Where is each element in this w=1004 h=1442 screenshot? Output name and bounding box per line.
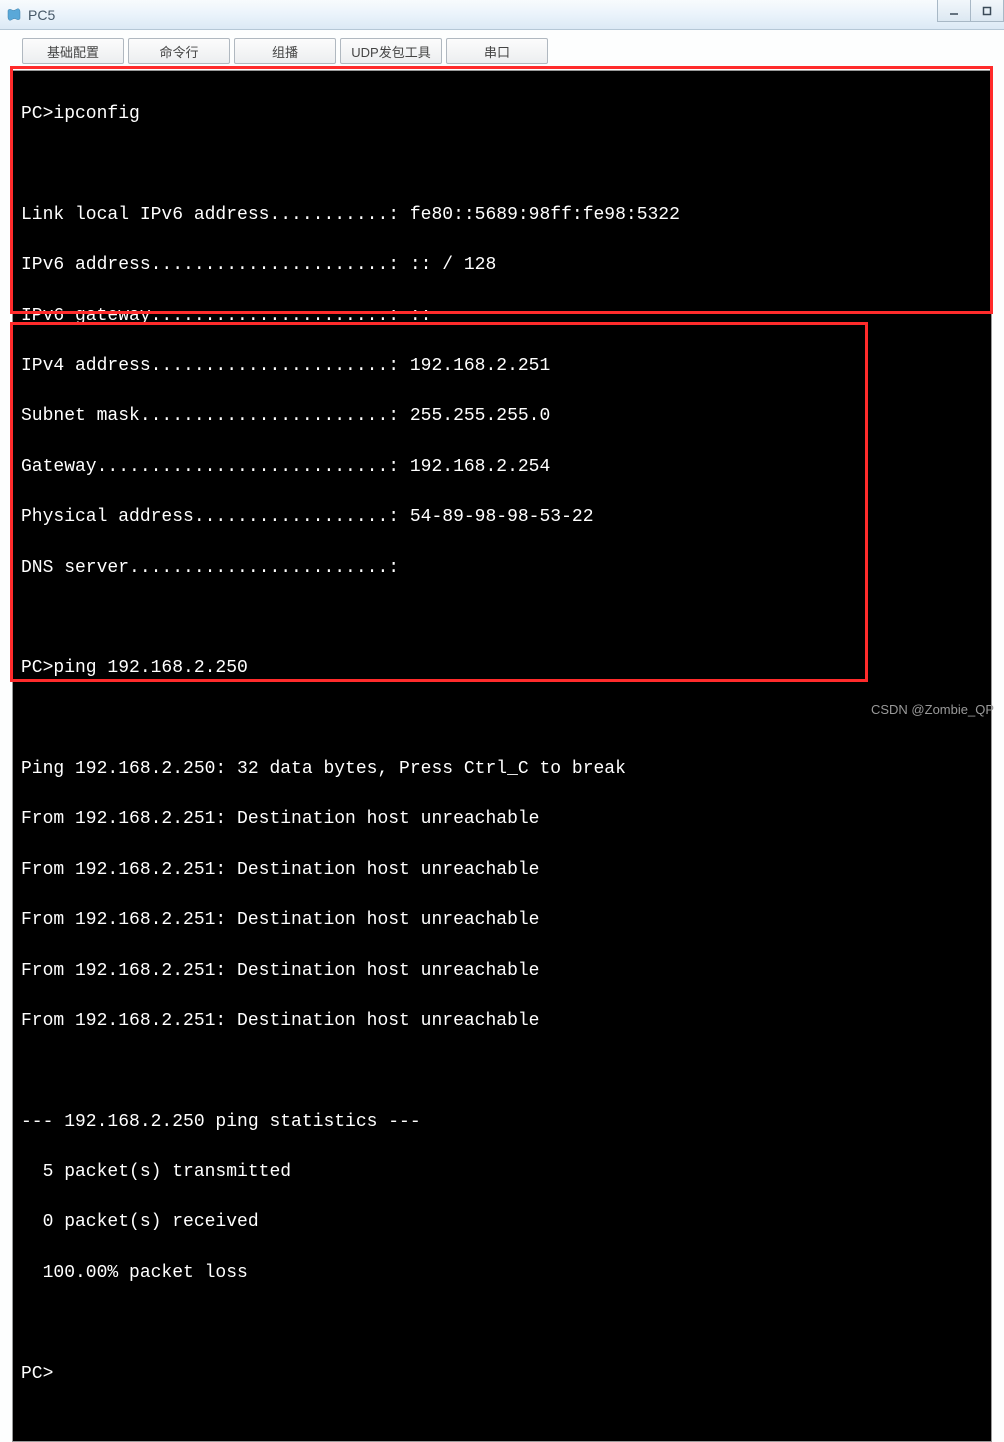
tab-multicast[interactable]: 组播 bbox=[234, 38, 336, 64]
term-line: IPv4 address......................: 192.… bbox=[21, 354, 983, 379]
term-line: 5 packet(s) transmitted bbox=[21, 1160, 983, 1185]
term-line: From 192.168.2.251: Destination host unr… bbox=[21, 1009, 983, 1034]
tab-basic-config[interactable]: 基础配置 bbox=[22, 38, 124, 64]
term-line: Subnet mask.......................: 255.… bbox=[21, 404, 983, 429]
term-line: IPv6 address......................: :: /… bbox=[21, 253, 983, 278]
window-controls bbox=[938, 0, 1004, 22]
term-line: From 192.168.2.251: Destination host unr… bbox=[21, 807, 983, 832]
term-line: Gateway...........................: 192.… bbox=[21, 455, 983, 480]
term-line: From 192.168.2.251: Destination host unr… bbox=[21, 959, 983, 984]
term-line: Link local IPv6 address...........: fe80… bbox=[21, 203, 983, 228]
term-line: 100.00% packet loss bbox=[21, 1261, 983, 1286]
term-line: DNS server........................: bbox=[21, 556, 983, 581]
term-line bbox=[21, 1059, 983, 1084]
tab-bar: 基础配置 命令行 组播 UDP发包工具 串口 bbox=[12, 38, 992, 64]
term-line: From 192.168.2.251: Destination host unr… bbox=[21, 858, 983, 883]
tab-udp-tool[interactable]: UDP发包工具 bbox=[340, 38, 442, 64]
app-icon bbox=[6, 7, 22, 23]
term-line: IPv6 gateway......................: :: bbox=[21, 304, 983, 329]
term-line bbox=[21, 606, 983, 631]
term-line bbox=[21, 1311, 983, 1336]
tab-command-line[interactable]: 命令行 bbox=[128, 38, 230, 64]
watermark: CSDN @Zombie_QP bbox=[871, 702, 994, 717]
window-titlebar: PC5 bbox=[0, 0, 1004, 30]
window-title: PC5 bbox=[28, 7, 55, 23]
term-line: PC> bbox=[21, 1362, 983, 1387]
term-line: From 192.168.2.251: Destination host unr… bbox=[21, 908, 983, 933]
term-line: Physical address..................: 54-8… bbox=[21, 505, 983, 530]
term-line: PC>ipconfig bbox=[21, 102, 983, 127]
term-line: PC>ping 192.168.2.250 bbox=[21, 656, 983, 681]
tab-serial[interactable]: 串口 bbox=[446, 38, 548, 64]
minimize-button[interactable] bbox=[937, 0, 971, 22]
term-line bbox=[21, 153, 983, 178]
term-line: Ping 192.168.2.250: 32 data bytes, Press… bbox=[21, 757, 983, 782]
term-line: --- 192.168.2.250 ping statistics --- bbox=[21, 1110, 983, 1135]
terminal-output[interactable]: PC>ipconfig Link local IPv6 address.....… bbox=[13, 71, 991, 1441]
term-line: 0 packet(s) received bbox=[21, 1210, 983, 1235]
content-area: 基础配置 命令行 组播 UDP发包工具 串口 PC>ipconfig Link … bbox=[0, 30, 1004, 1442]
terminal-container: PC>ipconfig Link local IPv6 address.....… bbox=[12, 70, 992, 1442]
term-line bbox=[21, 707, 983, 732]
maximize-button[interactable] bbox=[970, 0, 1004, 22]
